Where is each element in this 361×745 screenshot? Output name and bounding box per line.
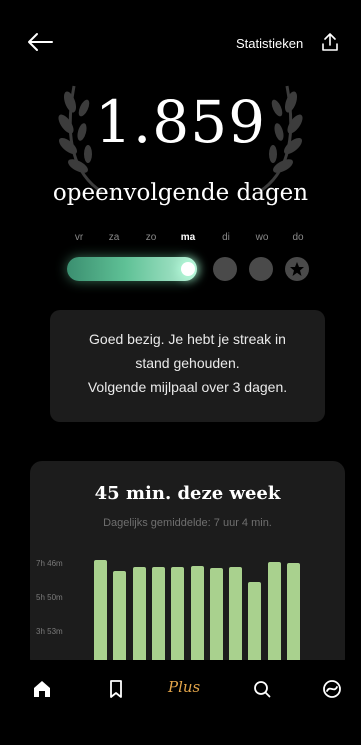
chart-bar xyxy=(267,561,281,671)
message-line-3: Volgende mijlpaal over 3 dagen. xyxy=(87,379,288,395)
y-tick-label: 5h 50m xyxy=(36,593,63,602)
share-icon[interactable] xyxy=(321,32,339,52)
bookmark-icon[interactable] xyxy=(105,678,127,700)
chart-bar xyxy=(209,568,223,671)
star-icon xyxy=(290,262,304,276)
streak-message-card: Goed bezig. Je hebt je streak in stand g… xyxy=(50,310,325,422)
top-bar: Statistieken xyxy=(0,0,361,80)
day-label-wo: wo xyxy=(255,232,269,243)
streak-count: 1.859 xyxy=(94,88,267,156)
day-label-do: do xyxy=(292,232,304,243)
day-label-vr: vr xyxy=(74,232,84,243)
day-label-zo: zo xyxy=(145,232,157,243)
message-line-1: Goed bezig. Je hebt je streak in xyxy=(89,331,286,347)
message-line-2: stand gehouden. xyxy=(135,355,240,371)
chart-bar xyxy=(132,566,146,671)
streak-label: opeenvolgende dagen xyxy=(52,180,309,206)
chart-bar xyxy=(229,566,243,671)
chart-bar xyxy=(287,562,300,671)
day-label-di: di xyxy=(222,232,230,243)
chart-bar xyxy=(248,581,262,671)
streak-progress-bar xyxy=(67,257,197,281)
chart-bar xyxy=(113,571,127,671)
chart-bar xyxy=(151,566,165,671)
day-dot-wo xyxy=(249,257,273,281)
current-day-marker xyxy=(181,262,195,276)
day-label-za: za xyxy=(108,232,120,243)
home-icon[interactable] xyxy=(31,678,53,700)
y-tick-label: 7h 46m xyxy=(36,559,63,568)
weekday-labels: vr za zo ma di wo do xyxy=(64,232,324,252)
daily-average-text: Dagelijks gemiddelde: 7 uur 4 min. xyxy=(103,517,272,529)
weekly-stats-title: 45 min. deze week xyxy=(94,483,281,504)
chart-bar xyxy=(171,566,185,671)
explore-icon[interactable] xyxy=(321,678,343,700)
bottom-navigation: Plus xyxy=(0,660,361,745)
search-icon[interactable] xyxy=(251,678,273,700)
plus-tab[interactable]: Plus xyxy=(168,678,200,696)
back-arrow-icon[interactable] xyxy=(26,30,54,54)
chart-bar xyxy=(94,560,107,671)
y-tick-label: 3h 53m xyxy=(36,627,63,636)
day-label-ma: ma xyxy=(180,232,196,243)
weekly-stats-card[interactable]: 45 min. deze week Dagelijks gemiddelde: … xyxy=(30,461,345,671)
day-dot-do xyxy=(285,257,309,281)
chart-bar xyxy=(190,565,204,671)
day-dot-di xyxy=(213,257,237,281)
statistics-link[interactable]: Statistieken xyxy=(236,36,303,51)
